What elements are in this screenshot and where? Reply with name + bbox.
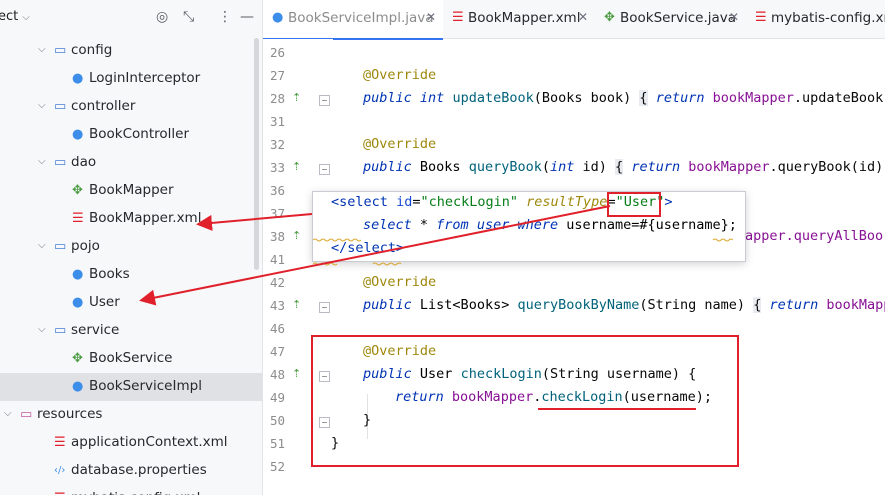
annotation-arrows [139,205,611,306]
arrow-to-bookmapper-xml [196,213,313,231]
arrow-to-user-class [139,205,611,306]
